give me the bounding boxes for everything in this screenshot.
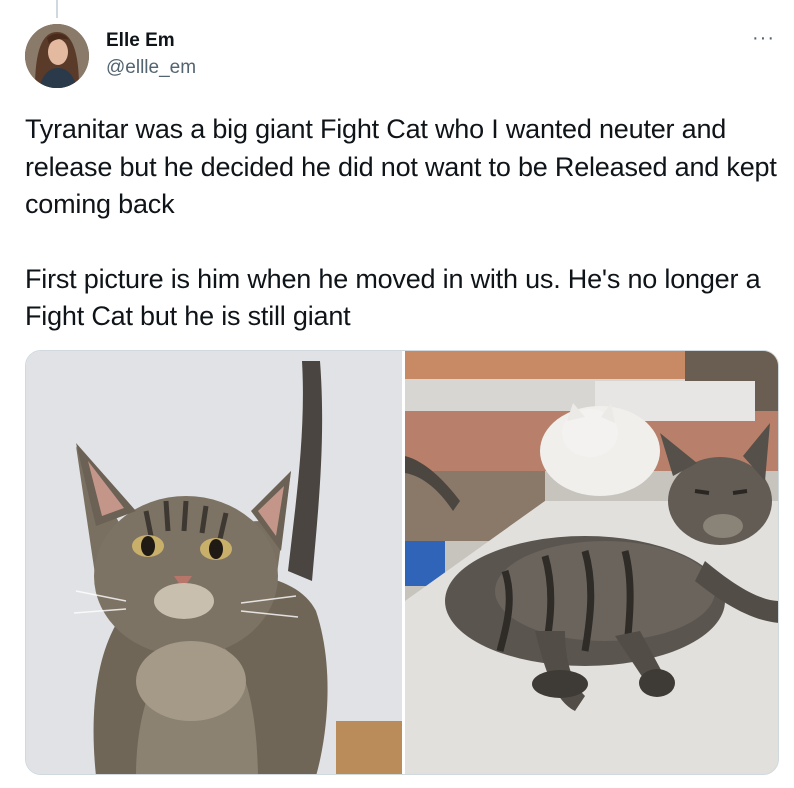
media-photo-1[interactable] xyxy=(26,351,402,774)
cat-standing-photo-icon xyxy=(26,351,402,774)
cat-lying-photo-icon xyxy=(405,351,778,774)
more-options-icon[interactable]: ··· xyxy=(752,28,775,48)
tweet-media-grid xyxy=(25,350,779,775)
tweet-paragraph-1: Tyranitar was a big giant Fight Cat who … xyxy=(25,114,777,219)
author-avatar[interactable] xyxy=(25,24,89,88)
author-name[interactable]: Elle Em xyxy=(106,30,175,52)
thread-connector-line xyxy=(56,0,58,18)
tweet-text: Tyranitar was a big giant Fight Cat who … xyxy=(25,111,777,336)
tweet-paragraph-2: First picture is him when he moved in wi… xyxy=(25,263,761,332)
avatar-photo-icon xyxy=(25,24,89,88)
media-photo-2[interactable] xyxy=(405,351,778,774)
author-handle[interactable]: @ellle_em xyxy=(106,57,196,79)
